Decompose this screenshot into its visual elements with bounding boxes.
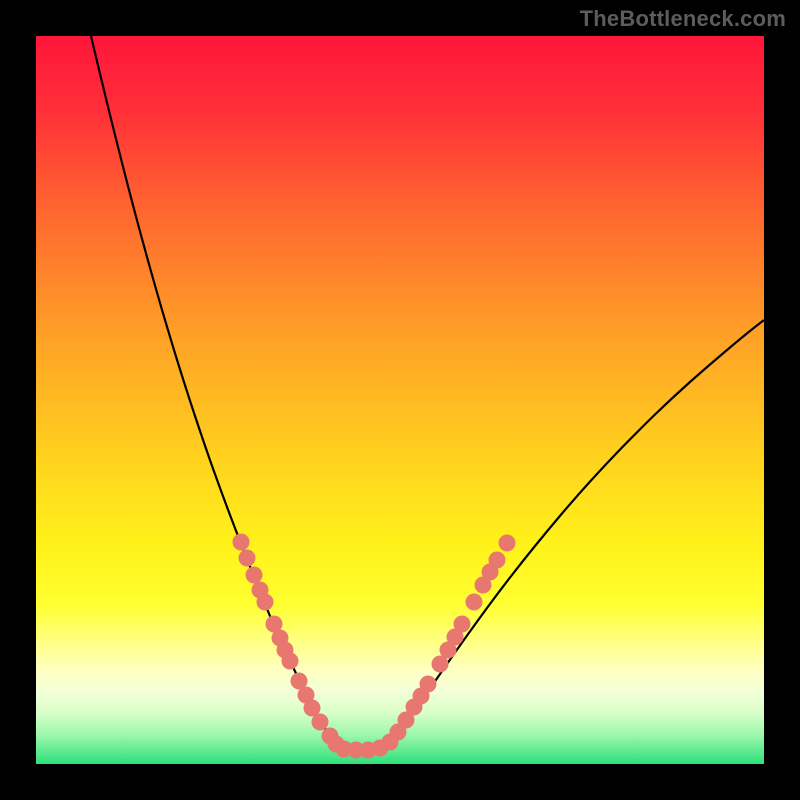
right-curve xyxy=(386,320,764,748)
marker-dot xyxy=(466,594,483,611)
left-curve xyxy=(91,36,336,748)
marker-dot xyxy=(454,616,471,633)
marker-dot xyxy=(246,567,263,584)
marker-dot xyxy=(312,714,329,731)
marker-dot xyxy=(257,594,274,611)
marker-dot xyxy=(420,676,437,693)
watermark-text: TheBottleneck.com xyxy=(580,6,786,32)
marker-dots xyxy=(233,534,516,759)
marker-dot xyxy=(239,550,256,567)
chart-container: TheBottleneck.com xyxy=(0,0,800,800)
marker-dot xyxy=(282,653,299,670)
marker-dot xyxy=(489,552,506,569)
plot-area xyxy=(36,36,764,764)
marker-dot xyxy=(499,535,516,552)
curve-layer xyxy=(36,36,764,764)
marker-dot xyxy=(233,534,250,551)
